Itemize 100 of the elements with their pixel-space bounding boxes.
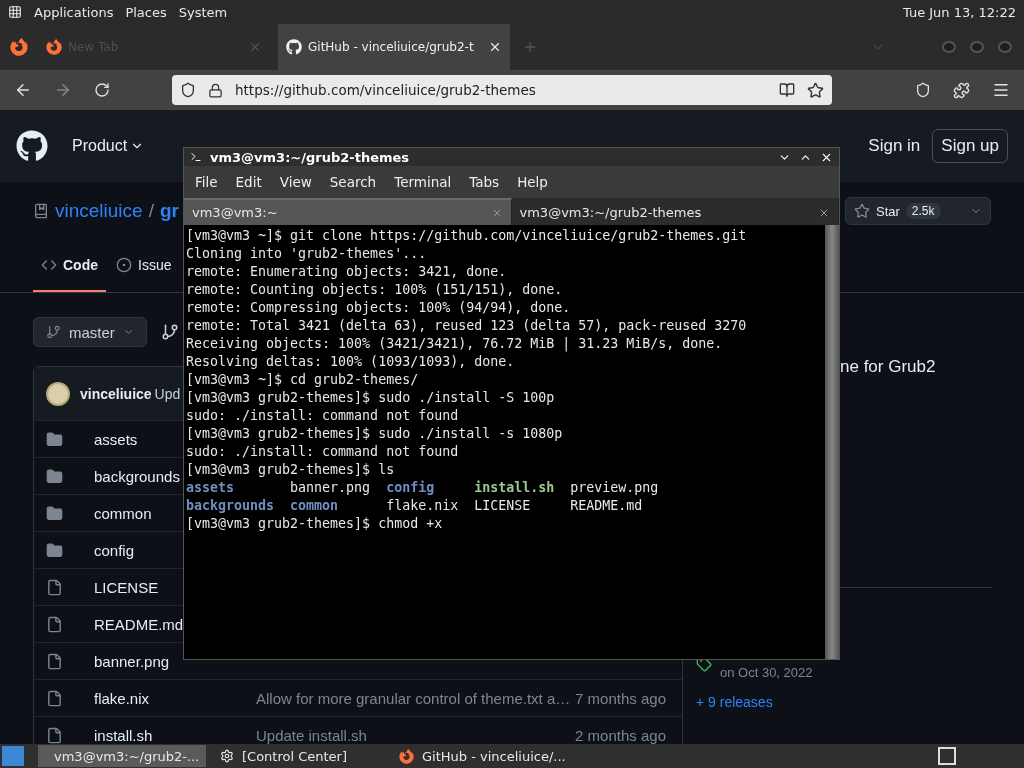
terminal-output: flake.nix: [386, 497, 459, 515]
apps-grid-icon[interactable]: [8, 5, 22, 19]
file-name[interactable]: README.md: [94, 615, 184, 633]
commit-message[interactable]: Update install.sh: [256, 726, 576, 744]
shield-icon: [180, 82, 196, 98]
star-count: 2.5k: [905, 203, 941, 219]
issue-icon: [116, 257, 132, 273]
terminal-output: config: [386, 479, 435, 497]
file-name[interactable]: assets: [94, 430, 138, 448]
branch-icon: [46, 324, 61, 340]
terminal-line: Cloning into 'grub2-themes'...: [186, 245, 428, 263]
terminal-output: backgrounds: [186, 497, 275, 515]
terminal-output: install.sh: [474, 479, 555, 497]
terminal-line: sudo: ./install: command not found: [186, 407, 460, 425]
terminal-output: preview.png: [570, 479, 659, 497]
menu-item[interactable]: Terminal: [385, 174, 461, 190]
panel-menu[interactable]: Places: [125, 4, 167, 20]
file-name[interactable]: backgrounds: [94, 467, 180, 485]
file-name[interactable]: LICENSE: [94, 578, 159, 596]
terminal-line: remote: Compressing objects: 100% (94/94), done.: [186, 299, 572, 317]
taskbar-item[interactable]: GitHub - vinceliuice/...: [391, 745, 574, 767]
commit-message[interactable]: Allow for more granular control of theme.txt a…: [256, 689, 576, 707]
branches-icon[interactable]: [161, 323, 179, 341]
bookmark-star-icon[interactable]: [807, 81, 824, 99]
commit-time: 7 months ago: [575, 689, 666, 707]
code-icon: [41, 257, 57, 273]
terminal-icon: [190, 151, 202, 163]
reader-icon[interactable]: [779, 82, 795, 98]
terminal-line: [vm3@vm3 grub2-themes]$ sudo ./install -s 1080p: [186, 425, 564, 443]
folder-icon: [46, 504, 63, 522]
menu-item[interactable]: Edit: [226, 174, 271, 190]
file-icon: [46, 615, 63, 633]
commit-message: Upd: [154, 385, 181, 402]
panel-menu[interactable]: System: [178, 4, 228, 20]
file-name[interactable]: config: [94, 541, 135, 559]
terminal-tab[interactable]: vm3@vm3:~: [184, 198, 512, 225]
taskbar-item[interactable]: [Control Center]: [212, 745, 356, 767]
owner-link[interactable]: vinceliuice: [55, 200, 143, 222]
menu-item[interactable]: View: [270, 174, 321, 190]
scrollbar[interactable]: [825, 225, 839, 659]
file-name[interactable]: flake.nix: [94, 689, 150, 707]
menu-icon[interactable]: [992, 81, 1010, 99]
terminal-line: [vm3@vm3 grub2-themes]$ chmod +x: [186, 515, 444, 533]
file-name[interactable]: common: [94, 504, 152, 522]
repo-link[interactable]: gr: [159, 200, 179, 222]
panel-menu[interactable]: Applications: [34, 4, 114, 20]
sign-up-button[interactable]: Sign up: [932, 129, 1008, 163]
browser-tab[interactable]: GitHub - vinceliuice/grub2-t: [278, 24, 510, 70]
terminal-line: remote: Enumerating objects: 3421, done.: [186, 263, 508, 281]
terminal-line: [vm3@vm3 grub2-themes]$ ls: [186, 461, 396, 479]
release-date: on Oct 30, 2022: [720, 665, 813, 680]
branch-button[interactable]: master: [33, 317, 147, 347]
menu-item[interactable]: Search: [320, 174, 386, 190]
menu-item[interactable]: Tabs: [460, 174, 509, 190]
star-button[interactable]: Star 2.5k: [845, 197, 991, 225]
forward-icon[interactable]: [54, 81, 72, 99]
file-icon: [46, 652, 63, 670]
firefox-icon: [46, 39, 62, 55]
window-title: vm3@vm3:~/grub2-themes: [210, 149, 411, 165]
commit-author[interactable]: vinceliuice: [80, 385, 152, 402]
terminal-output: README.md: [570, 497, 643, 515]
file-name[interactable]: banner.png: [94, 652, 170, 670]
repo-tab[interactable]: Code: [33, 240, 106, 292]
sign-in-link[interactable]: Sign in: [868, 136, 921, 156]
releases-link[interactable]: + 9 releases: [696, 694, 1006, 710]
avatar: [46, 381, 70, 406]
menu-item[interactable]: Help: [508, 174, 557, 190]
gear-icon: [220, 749, 234, 763]
terminal-line: Receiving objects: 100% (3421/3421), 76.72 MiB | 31.23 MiB/s, done.: [186, 335, 724, 353]
lock-icon: [208, 82, 223, 98]
star-label: Star: [876, 203, 900, 219]
repo-description: ne for Grub2: [840, 357, 937, 377]
firefox-icon[interactable]: [10, 38, 28, 56]
folder-icon: [46, 467, 63, 485]
terminal-line: sudo: ./install: command not found: [186, 443, 460, 461]
workspace-icon[interactable]: [938, 747, 956, 765]
star-icon: [854, 203, 870, 219]
menu-item[interactable]: File: [186, 174, 227, 190]
terminal-line: [vm3@vm3 ~]$ cd grub2-themes/: [186, 371, 420, 389]
github-logo-icon[interactable]: [16, 130, 48, 162]
terminal-tab[interactable]: vm3@vm3:~/grub2-themes: [511, 198, 839, 225]
taskbar-item[interactable]: vm3@vm3:~/grub2-...: [38, 745, 206, 767]
commit-time: 2 months ago: [575, 726, 666, 744]
extensions-icon[interactable]: [953, 81, 970, 99]
file-icon: [46, 689, 63, 707]
terminal-line: Resolving deltas: 100% (1093/1093), done.: [186, 353, 516, 371]
address-bar[interactable]: https://github.com/vinceliuice/grub2-themes: [172, 75, 832, 105]
terminal-output: banner.png: [290, 479, 371, 497]
terminal-line: [vm3@vm3 ~]$ git clone https://github.com/vinceliuice/grub2-themes.git: [186, 227, 748, 245]
reload-icon[interactable]: [94, 82, 110, 98]
back-icon[interactable]: [14, 81, 32, 99]
terminal-output: assets: [186, 479, 235, 497]
folder-icon: [46, 430, 63, 448]
file-icon: [46, 726, 63, 744]
repo-tab[interactable]: Issue: [116, 240, 172, 292]
close-icon[interactable]: [488, 40, 502, 54]
nav-link[interactable]: Product: [72, 137, 145, 155]
file-name[interactable]: install.sh: [94, 726, 153, 744]
clock: Tue Jun 13, 12:22: [902, 4, 1016, 20]
terminal-line: remote: Counting objects: 100% (151/151), done.: [186, 281, 564, 299]
